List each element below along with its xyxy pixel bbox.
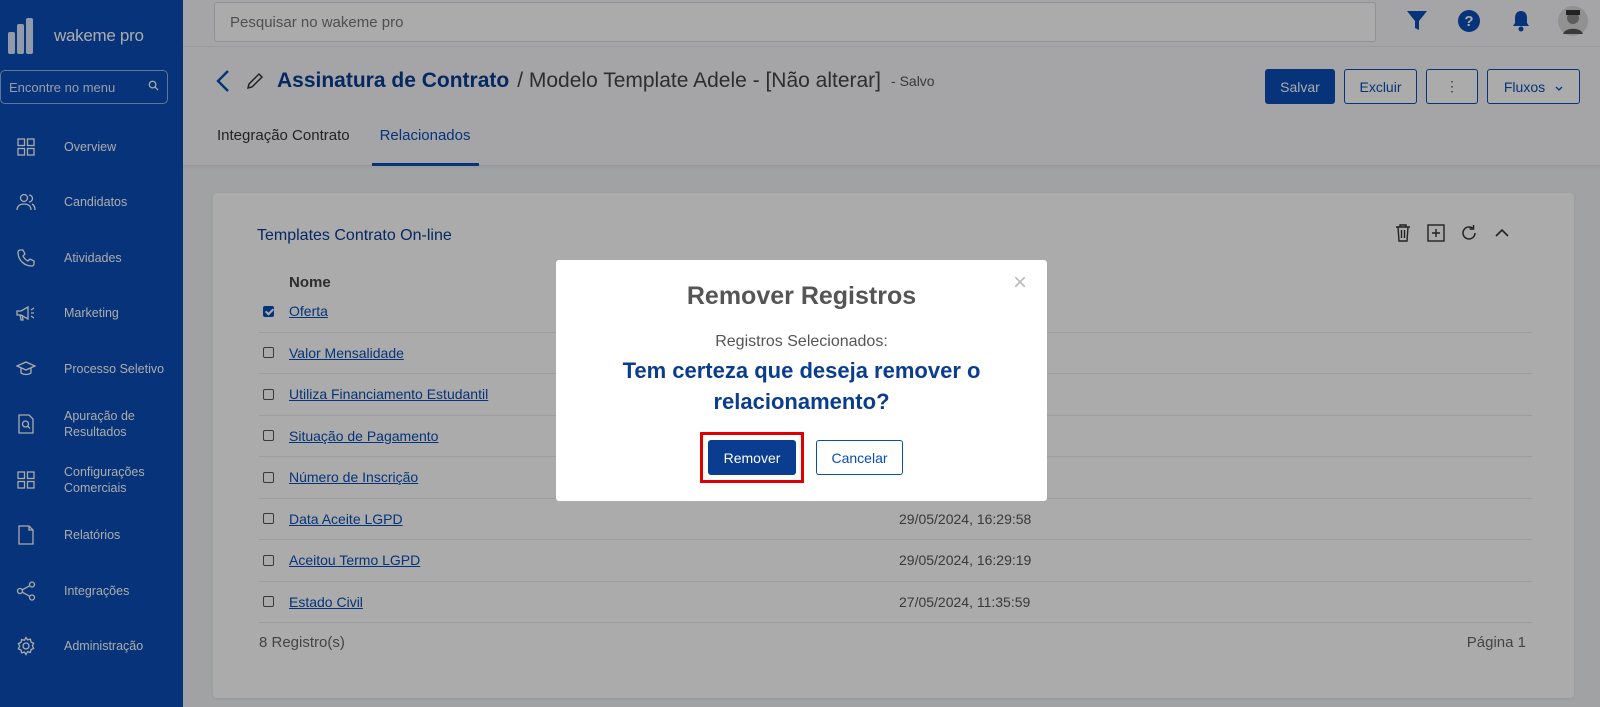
dialog-question: Tem certeza que deseja remover o relacio…	[622, 358, 981, 414]
cancel-button[interactable]: Cancelar	[816, 440, 903, 475]
dialog-subtitle: Registros Selecionados:	[715, 333, 888, 350]
dialog-actions: Remover Cancelar	[556, 432, 1047, 483]
remove-button-highlight: Remover	[700, 432, 804, 483]
remove-records-dialog: × Remover Registros Registros Selecionad…	[556, 260, 1047, 501]
dialog-title: Remover Registros	[686, 282, 917, 310]
close-icon[interactable]: ×	[1009, 271, 1031, 295]
remove-button[interactable]: Remover	[708, 440, 796, 475]
